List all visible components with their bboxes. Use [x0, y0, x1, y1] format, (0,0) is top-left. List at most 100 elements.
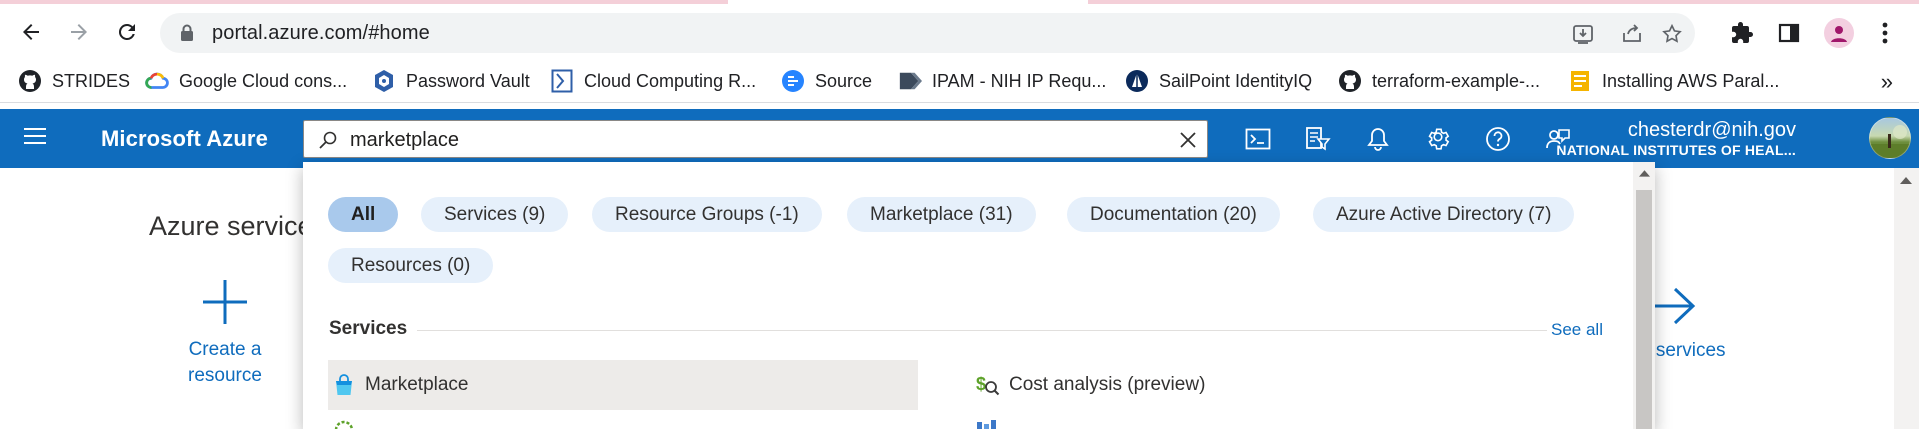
bookmarks-bar: STRIDES Google Cloud cons... Password Va…	[0, 57, 1919, 103]
filter-resource-groups[interactable]: Resource Groups (-1)	[592, 197, 822, 232]
filter-all[interactable]: All	[328, 197, 399, 232]
create-resource-tile[interactable]: Create a resource	[170, 278, 280, 389]
forward-icon	[71, 24, 87, 40]
directory-filter-button[interactable]	[1304, 125, 1332, 153]
result-label: Cost analysis (preview)	[1009, 374, 1206, 395]
github-icon	[1338, 69, 1362, 93]
lock-icon	[181, 24, 193, 41]
bookmark-label: Cloud Computing R...	[584, 70, 757, 91]
bookmark-item[interactable]: terraform-example-...	[1338, 67, 1540, 95]
section-divider	[417, 330, 1547, 331]
bookmark-item[interactable]: Source	[781, 67, 872, 95]
bookmark-label: SailPoint IdentityIQ	[1159, 70, 1313, 91]
browser-toolbar: portal.azure.com/#home	[0, 11, 1919, 53]
services-section-title: Services	[329, 318, 408, 339]
search-icon	[319, 131, 337, 149]
tab-strip	[0, 0, 1919, 11]
scroll-up-icon	[1639, 170, 1650, 177]
result-marketplace[interactable]: Marketplace	[328, 360, 918, 410]
azure-header: Microsoft Azure chesterdr@nih.gov NATION…	[0, 109, 1919, 168]
google-cloud-icon	[145, 69, 169, 93]
filter-services[interactable]: Services (9)	[421, 197, 569, 232]
extensions-button[interactable]	[1729, 20, 1755, 46]
global-search[interactable]	[303, 120, 1208, 158]
notifications-icon	[1367, 128, 1389, 151]
bookmark-item[interactable]: Password Vault	[372, 67, 530, 95]
tab-accent	[1088, 0, 1919, 4]
bookmark-item[interactable]: Google Cloud cons...	[145, 67, 347, 95]
svg-text:$: $	[976, 374, 986, 394]
help-button[interactable]	[1484, 125, 1512, 153]
forward-button[interactable]	[62, 15, 96, 49]
sailpoint-icon	[1125, 69, 1149, 93]
back-icon	[23, 24, 39, 40]
page-scrollbar[interactable]	[1894, 168, 1919, 429]
settings-button[interactable]	[1424, 125, 1452, 153]
filter-azure-active-directory[interactable]: Azure Active Directory (7)	[1313, 197, 1575, 232]
hamburger-icon	[24, 128, 46, 144]
document-icon	[1568, 69, 1592, 93]
avatar[interactable]	[1869, 117, 1911, 159]
source-icon	[781, 69, 805, 93]
bookmark-item[interactable]: IPAM - NIH IP Requ...	[898, 67, 1106, 95]
account-menu[interactable]: chesterdr@nih.gov NATIONAL INSTITUTES OF…	[1556, 119, 1796, 159]
account-directory: NATIONAL INSTITUTES OF HEAL...	[1556, 142, 1796, 158]
bookmarks-overflow-button[interactable]: »	[1881, 69, 1893, 95]
notifications-button[interactable]	[1364, 125, 1392, 153]
directory-filter-icon	[1306, 127, 1331, 151]
browser-menu-button[interactable]	[1872, 20, 1898, 46]
arrow-right-icon	[1653, 287, 1696, 325]
reload-button[interactable]	[110, 15, 144, 49]
avatar-photo-icon	[1870, 125, 1910, 158]
url-text[interactable]: portal.azure.com/#home	[212, 22, 430, 45]
bookmark-label: terraform-example-...	[1372, 70, 1541, 91]
back-button[interactable]	[14, 15, 48, 49]
bookmark-page-icon	[550, 69, 574, 93]
cloud-shell-button[interactable]	[1244, 125, 1272, 153]
install-app-button[interactable]	[1571, 22, 1595, 46]
bookmark-item[interactable]: SailPoint IdentityIQ	[1125, 67, 1312, 95]
bookmark-label: Password Vault	[406, 70, 530, 91]
chart-bars-icon	[977, 420, 996, 429]
bookmark-label: Google Cloud cons...	[179, 70, 348, 91]
see-all-link[interactable]: See all	[1551, 320, 1603, 340]
menu-icon	[1882, 22, 1888, 44]
more-services-tile[interactable]	[1651, 286, 1697, 331]
azure-services-heading: Azure service	[149, 211, 313, 241]
bookmark-label: Source	[815, 70, 873, 91]
close-icon	[1180, 132, 1196, 148]
side-panel-icon	[1778, 23, 1800, 43]
clock-icon	[334, 420, 354, 429]
address-bar[interactable]: portal.azure.com/#home	[160, 13, 1695, 53]
help-icon	[1486, 127, 1510, 151]
dropdown-scrollbar[interactable]	[1633, 162, 1655, 429]
plus-icon	[203, 280, 247, 324]
scroll-up-icon	[1900, 177, 1912, 184]
bookmark-item[interactable]: Cloud Computing R...	[550, 67, 756, 95]
search-input[interactable]	[350, 125, 1150, 155]
clear-search-button[interactable]	[1177, 129, 1199, 151]
share-button[interactable]	[1620, 22, 1644, 46]
filter-marketplace[interactable]: Marketplace (31)	[847, 197, 1036, 232]
bookmark-item[interactable]: Installing AWS Paral...	[1568, 67, 1779, 95]
search-results-dropdown: All Services (9) Resource Groups (-1) Ma…	[303, 162, 1655, 429]
settings-icon	[1428, 128, 1450, 150]
azure-brand[interactable]: Microsoft Azure	[101, 126, 268, 152]
portal-menu-button[interactable]	[24, 127, 46, 150]
create-resource-label-1: Create a	[188, 339, 262, 360]
bookmark-item[interactable]: STRIDES	[18, 67, 130, 95]
side-panel-button[interactable]	[1776, 20, 1802, 46]
filter-resources[interactable]: Resources (0)	[328, 248, 494, 283]
bookmark-star-button[interactable]	[1660, 22, 1684, 46]
bookmark-label: STRIDES	[52, 70, 131, 91]
result-cost-analysis[interactable]: $ Cost analysis (preview)	[975, 360, 1205, 410]
install-app-icon	[1573, 25, 1593, 44]
tab-accent	[0, 0, 728, 4]
marketplace-bag-icon	[331, 372, 357, 398]
scroll-thumb[interactable]	[1636, 190, 1652, 429]
account-email: chesterdr@nih.gov	[1627, 119, 1796, 141]
github-icon	[18, 69, 42, 93]
filter-documentation[interactable]: Documentation (20)	[1067, 197, 1280, 232]
extensions-icon	[1732, 22, 1753, 43]
profile-button[interactable]	[1824, 18, 1854, 48]
